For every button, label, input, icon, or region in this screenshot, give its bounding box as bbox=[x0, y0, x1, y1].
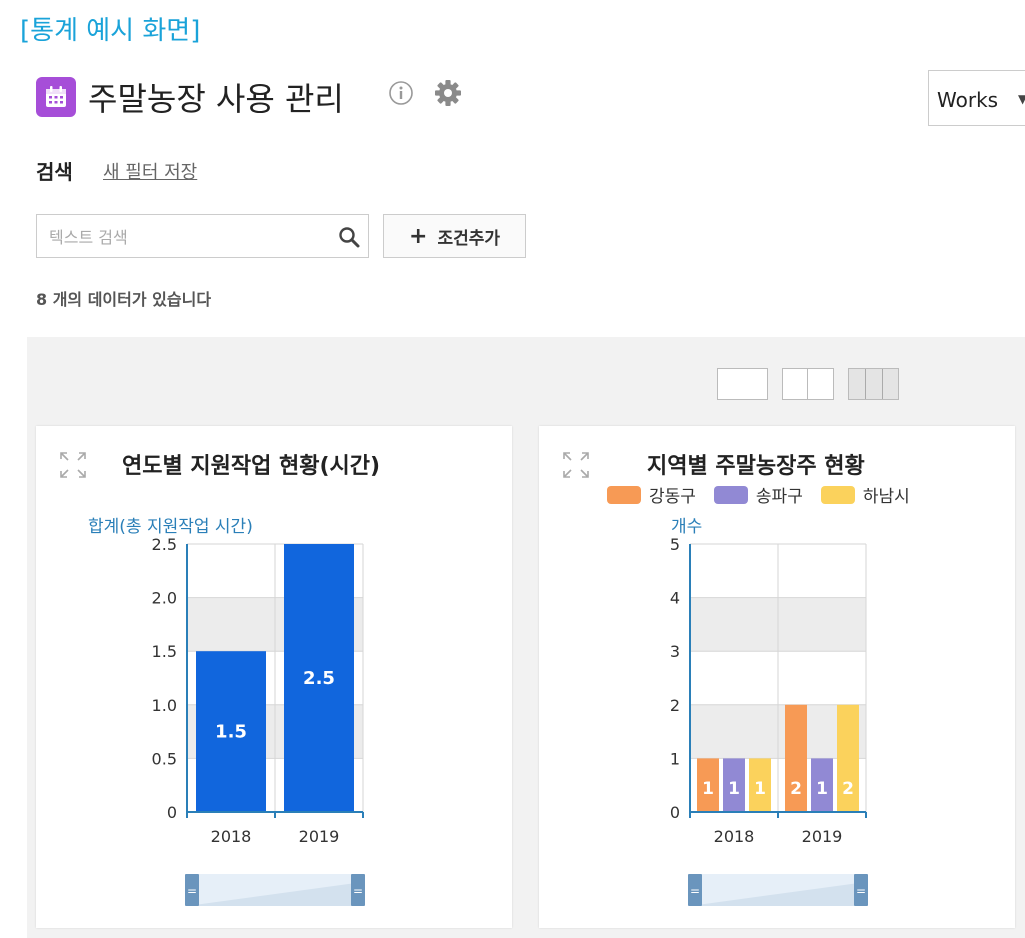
bar-data-label: 2.5 bbox=[303, 668, 335, 689]
chevron-down-icon[interactable]: ▼ bbox=[1018, 92, 1025, 106]
range-handle-grip: = bbox=[856, 884, 866, 898]
layout-single-column-button[interactable] bbox=[717, 368, 768, 400]
save-filter-link[interactable]: 새 필터 저장 bbox=[103, 158, 197, 184]
y-tick-label: 4 bbox=[670, 589, 680, 608]
bar-data-label: 1 bbox=[728, 779, 740, 799]
bar-data-label: 2 bbox=[790, 779, 802, 799]
y-tick-label: 0 bbox=[670, 803, 680, 822]
y-tick-label: 5 bbox=[670, 535, 680, 554]
search-icon[interactable] bbox=[337, 225, 361, 249]
app-header: 주말농장 사용 관리 bbox=[36, 74, 344, 120]
x-tick-label: 2019 bbox=[299, 827, 340, 846]
bar-data-label: 1.5 bbox=[215, 722, 247, 743]
gear-icon[interactable] bbox=[433, 78, 463, 108]
chart-card-hours: 연도별 지원작업 현황(시간) 합계(총 지원작업 시간) 0 0.5 1.0 1.5… bbox=[36, 426, 512, 928]
bar-data-label: 1 bbox=[816, 779, 828, 799]
range-handle-grip: = bbox=[690, 884, 700, 898]
bar-data-label: 1 bbox=[754, 779, 766, 799]
x-tick-label: 2018 bbox=[714, 827, 755, 846]
calendar-icon bbox=[36, 77, 76, 117]
layout-three-column-button[interactable] bbox=[848, 368, 899, 400]
search-label: 검색 bbox=[36, 160, 73, 184]
y-tick-label: 1.0 bbox=[152, 696, 177, 715]
workspace-select[interactable]: Works bbox=[928, 70, 1025, 126]
app-title: 주말농장 사용 관리 bbox=[88, 80, 344, 118]
search-input[interactable] bbox=[47, 223, 321, 251]
x-tick-label: 2019 bbox=[802, 827, 843, 846]
x-tick-label: 2018 bbox=[211, 827, 252, 846]
result-count: 8 개의 데이터가 있습니다 bbox=[36, 290, 212, 309]
chart-card-farm-owners: 지역별 주말농장주 현황 강동구 송파구 하남시 개수 0 1 2 3 4 5 2018 20… bbox=[539, 426, 1015, 928]
y-tick-label: 3 bbox=[670, 642, 680, 661]
range-handle-grip: = bbox=[187, 884, 197, 898]
bar-data-label: 1 bbox=[702, 779, 714, 799]
plus-icon: + bbox=[409, 223, 428, 249]
y-tick-label: 2 bbox=[670, 696, 680, 715]
y-tick-label: 2.5 bbox=[152, 535, 177, 554]
search-box bbox=[36, 214, 369, 258]
chart-hours-svg: 0 0.5 1.0 1.5 2.0 2.5 2018 2019 1.5 2.5 = = bbox=[152, 535, 365, 906]
chart-farm-owners-svg: 0123452018 20191 21 11 2= = bbox=[670, 535, 868, 906]
y-tick-label: 1.5 bbox=[152, 642, 177, 661]
add-condition-label: 조건추가 bbox=[437, 228, 500, 249]
y-tick-label: 0.5 bbox=[152, 749, 177, 768]
info-icon[interactable] bbox=[388, 80, 414, 106]
bar-data-label: 2 bbox=[842, 779, 854, 799]
layout-two-column-button[interactable] bbox=[782, 368, 834, 400]
add-condition-button[interactable]: + 조건추가 bbox=[383, 214, 526, 258]
page-caption: [통계 예시 화면] bbox=[20, 16, 201, 46]
y-tick-label: 2.0 bbox=[152, 589, 177, 608]
y-tick-label: 1 bbox=[670, 749, 680, 768]
y-tick-label: 0 bbox=[167, 803, 177, 822]
range-handle-grip: = bbox=[353, 884, 363, 898]
